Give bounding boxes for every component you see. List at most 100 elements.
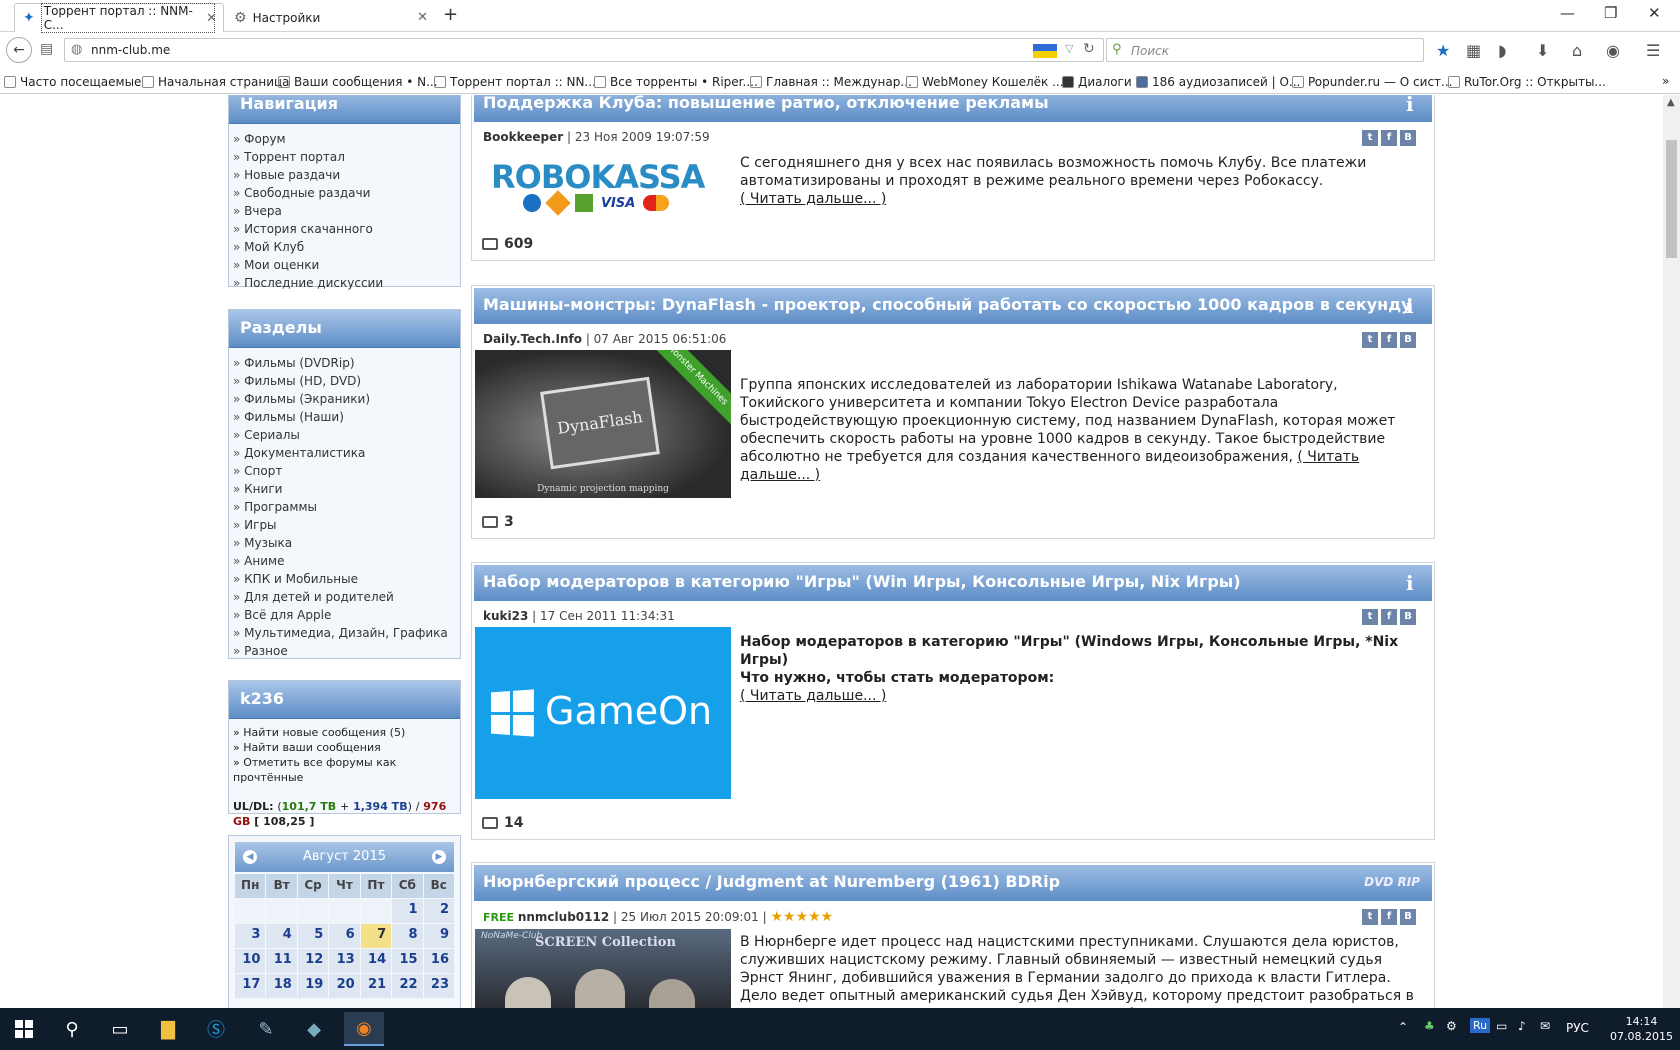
nav-link[interactable]: Мои оценки (233, 256, 456, 274)
sidebar-icon[interactable]: ▤ (40, 41, 53, 57)
calendar-day[interactable]: 11 (266, 949, 297, 973)
skype-icon[interactable]: Ⓢ (196, 1012, 236, 1046)
tab-settings[interactable]: ⚙ Настройки ✕ (226, 3, 434, 32)
next-month-icon[interactable]: ▶ (432, 850, 446, 864)
firefox-icon[interactable]: ◉ (344, 1012, 384, 1046)
nav-link[interactable]: Вчера (233, 202, 456, 220)
close-window-button[interactable]: ✕ (1648, 4, 1661, 22)
nav-link[interactable]: Новые раздачи (233, 166, 456, 184)
section-link[interactable]: Разное (233, 642, 456, 660)
calendar-day[interactable]: 20 (329, 974, 360, 998)
section-link[interactable]: Игры (233, 516, 456, 534)
calendar-day[interactable]: 4 (266, 924, 297, 948)
section-link[interactable]: Аниме (233, 552, 456, 570)
post-author[interactable]: kuki23 (483, 609, 528, 623)
facebook-share-icon[interactable]: f (1381, 609, 1397, 625)
vk-share-icon[interactable]: B (1400, 130, 1416, 146)
calendar-day[interactable]: 1 (392, 899, 423, 923)
calendar-day[interactable]: 13 (329, 949, 360, 973)
calendar-day[interactable]: 7 (360, 924, 392, 948)
home-icon[interactable]: ⌂ (1572, 41, 1582, 60)
find-new-posts-link[interactable]: » Найти новые сообщения (5) (233, 725, 456, 740)
language-badge[interactable]: Ru (1470, 1018, 1491, 1033)
new-tab-button[interactable]: + (443, 4, 458, 25)
bookmark-item[interactable]: WebMoney Кошелёк ... (906, 75, 1064, 89)
section-link[interactable]: Фильмы (HD, DVD) (233, 372, 456, 390)
close-tab-icon[interactable]: ✕ (417, 10, 428, 25)
bookmark-item[interactable]: RuTor.Org :: Открыты... (1448, 75, 1606, 89)
calendar-day[interactable]: 18 (266, 974, 297, 998)
prev-month-icon[interactable]: ◀ (243, 850, 257, 864)
nav-link[interactable]: Последние дискуссии (233, 274, 456, 292)
post-author[interactable]: nnmclub0112 (518, 910, 609, 924)
section-link[interactable]: Музыка (233, 534, 456, 552)
section-link[interactable]: Всё для Apple (233, 606, 456, 624)
section-link[interactable]: Спорт (233, 462, 456, 480)
nav-link[interactable]: Мой Клуб (233, 238, 456, 256)
post-title[interactable]: Машины-монстры: DynaFlash - проектор, сп… (483, 295, 1412, 314)
tray-expand-icon[interactable]: ⌃ (1398, 1020, 1408, 1034)
section-link[interactable]: КПК и Мобильные (233, 570, 456, 588)
calendar-day[interactable]: 12 (297, 949, 329, 973)
section-link[interactable]: Фильмы (Экраники) (233, 390, 456, 408)
calendar-day[interactable]: 19 (297, 974, 329, 998)
section-link[interactable]: Для детей и родителей (233, 588, 456, 606)
scroll-up-icon[interactable]: ▲ (1667, 97, 1675, 108)
calendar-day[interactable]: 6 (329, 924, 360, 948)
reading-list-icon[interactable]: ▦ (1466, 41, 1481, 60)
calendar-day[interactable]: 10 (235, 949, 266, 973)
download-icon[interactable]: ⬇ (1536, 41, 1549, 60)
nav-link[interactable]: История скачанного (233, 220, 456, 238)
post-title[interactable]: Поддержка Клуба: повышение ратио, отключ… (483, 95, 1049, 112)
section-link[interactable]: Мультимедиа, Дизайн, Графика (233, 624, 456, 642)
bookmark-item[interactable]: Диалоги (1062, 75, 1132, 89)
section-link[interactable]: Фильмы (DVDRip) (233, 354, 456, 372)
search-input[interactable]: ⚲ Поиск (1106, 38, 1424, 62)
bookmarks-overflow-icon[interactable]: » (1662, 74, 1669, 88)
read-more-link[interactable]: ( Читать дальше... ) (740, 688, 886, 704)
bookmark-item[interactable]: Popunder.ru — О сист... (1292, 75, 1452, 89)
start-button[interactable] (4, 1012, 44, 1046)
app-icon[interactable]: ✎ (246, 1012, 286, 1046)
bookmark-item[interactable]: Часто посещаемые (4, 75, 141, 89)
input-language[interactable]: РУС (1566, 1021, 1589, 1035)
nav-link[interactable]: Форум (233, 130, 456, 148)
search-icon[interactable]: ⚲ (52, 1012, 92, 1046)
twitter-share-icon[interactable]: t (1362, 332, 1378, 348)
chat-icon[interactable]: ◉ (1606, 41, 1620, 60)
calendar-day[interactable]: 9 (423, 924, 454, 948)
post-author[interactable]: Bookkeeper (483, 130, 563, 144)
network-icon[interactable]: ▭ (1496, 1019, 1507, 1033)
section-link[interactable]: Фильмы (Наши) (233, 408, 456, 426)
calendar-day[interactable]: 16 (423, 949, 454, 973)
post-title[interactable]: Набор модераторов в категорию "Игры" (Wi… (483, 572, 1241, 591)
page-scrollbar[interactable]: ▲ (1663, 95, 1680, 1008)
calendar-day[interactable]: 2 (423, 899, 454, 923)
twitter-share-icon[interactable]: t (1362, 909, 1378, 925)
file-explorer-icon[interactable]: ▇ (148, 1012, 188, 1046)
vk-share-icon[interactable]: B (1400, 909, 1416, 925)
info-icon[interactable]: i (1406, 571, 1420, 595)
close-tab-icon[interactable]: ✕ (206, 11, 217, 26)
twitter-share-icon[interactable]: t (1362, 609, 1378, 625)
bookmark-item[interactable]: 186 аудиозаписей | О... (1136, 75, 1300, 89)
calendar-day[interactable]: 8 (392, 924, 423, 948)
post-author[interactable]: Daily.Tech.Info (483, 332, 582, 346)
tray-app-icon[interactable]: ♣ (1424, 1019, 1435, 1033)
facebook-share-icon[interactable]: f (1381, 332, 1397, 348)
notifications-icon[interactable]: ✉ (1540, 1019, 1550, 1033)
clock[interactable]: 14:14 07.08.2015 (1610, 1014, 1673, 1044)
reload-icon[interactable]: ↻ (1083, 41, 1095, 57)
section-link[interactable]: Программы (233, 498, 456, 516)
bookmark-item[interactable]: Ваши сообщения • N... (278, 75, 438, 89)
calendar-day[interactable]: 15 (392, 949, 423, 973)
calendar-day[interactable]: 14 (360, 949, 392, 973)
section-link[interactable]: Документалистика (233, 444, 456, 462)
bookmark-item[interactable]: Начальная страница (142, 75, 290, 89)
post-title[interactable]: Нюрнбергский процесс / Judgment at Nurem… (483, 872, 1060, 891)
menu-icon[interactable]: ☰ (1646, 41, 1660, 60)
calendar-day[interactable]: 22 (392, 974, 423, 998)
info-icon[interactable]: i (1406, 294, 1420, 318)
read-more-link[interactable]: ( Читать дальше... ) (740, 191, 886, 207)
info-icon[interactable]: i (1406, 95, 1420, 116)
